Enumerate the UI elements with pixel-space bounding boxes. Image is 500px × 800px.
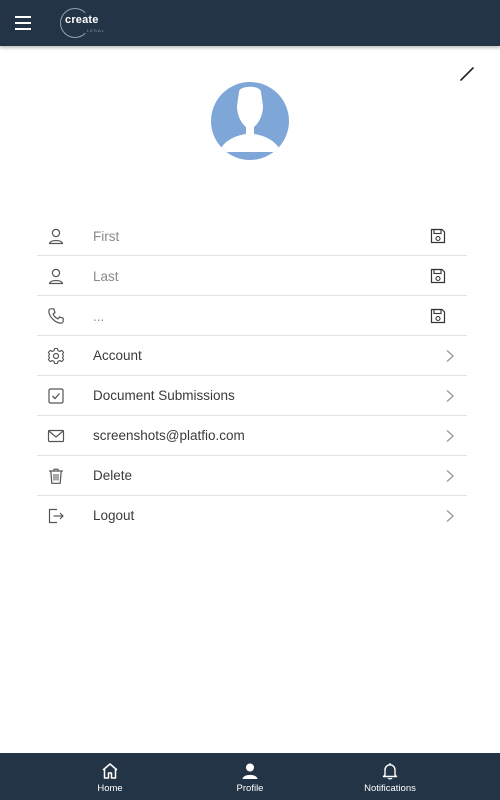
app-logo: create LEGAL [60, 8, 108, 38]
chevron-right-icon [445, 389, 455, 403]
home-icon [100, 761, 120, 781]
avatar[interactable] [211, 82, 289, 160]
chevron-right-icon [445, 429, 455, 443]
chevron-right-icon [445, 509, 455, 523]
phone-field[interactable] [93, 306, 413, 326]
profile-list: Account Document Submissions screenshots… [37, 216, 467, 536]
phone-icon [47, 307, 65, 325]
nav-notifications[interactable]: Notifications [345, 753, 435, 800]
logo-text: create [65, 14, 99, 26]
checkbox-icon [47, 387, 65, 405]
hamburger-menu-icon[interactable] [15, 16, 31, 30]
bottom-navigation: Home Profile Notifications [0, 753, 500, 800]
logout-label: Logout [93, 508, 135, 523]
email-label: screenshots@platfio.com [93, 428, 245, 443]
document-submissions-label: Document Submissions [93, 388, 235, 403]
account-link[interactable]: Account [37, 336, 467, 376]
delete-link[interactable]: Delete [37, 456, 467, 496]
save-first-name-icon[interactable] [429, 227, 447, 245]
trash-icon [47, 467, 65, 485]
document-submissions-link[interactable]: Document Submissions [37, 376, 467, 416]
nav-profile[interactable]: Profile [205, 753, 295, 800]
logout-icon [47, 507, 65, 525]
person-icon [240, 761, 260, 781]
nav-notifications-label: Notifications [364, 783, 416, 794]
first-name-field[interactable] [93, 226, 413, 246]
save-last-name-icon[interactable] [429, 267, 447, 285]
email-link[interactable]: screenshots@platfio.com [37, 416, 467, 456]
phone-row [37, 296, 467, 336]
first-name-row [37, 216, 467, 256]
logout-link[interactable]: Logout [37, 496, 467, 536]
account-label: Account [93, 348, 142, 363]
gear-icon [47, 347, 65, 365]
top-app-bar: create LEGAL [0, 0, 500, 46]
chevron-right-icon [445, 349, 455, 363]
chevron-right-icon [445, 469, 455, 483]
delete-label: Delete [93, 468, 133, 483]
nav-home[interactable]: Home [65, 753, 155, 800]
bell-icon [380, 761, 400, 781]
user-icon [47, 227, 65, 245]
save-phone-icon[interactable] [429, 307, 447, 325]
logo-subtext: LEGAL [87, 28, 105, 33]
nav-home-label: Home [97, 783, 123, 794]
last-name-field[interactable] [93, 266, 413, 286]
edit-pencil-icon[interactable] [459, 64, 475, 82]
user-icon [47, 267, 65, 285]
nav-profile-label: Profile [236, 783, 264, 794]
mail-icon [47, 427, 65, 445]
last-name-row [37, 256, 467, 296]
